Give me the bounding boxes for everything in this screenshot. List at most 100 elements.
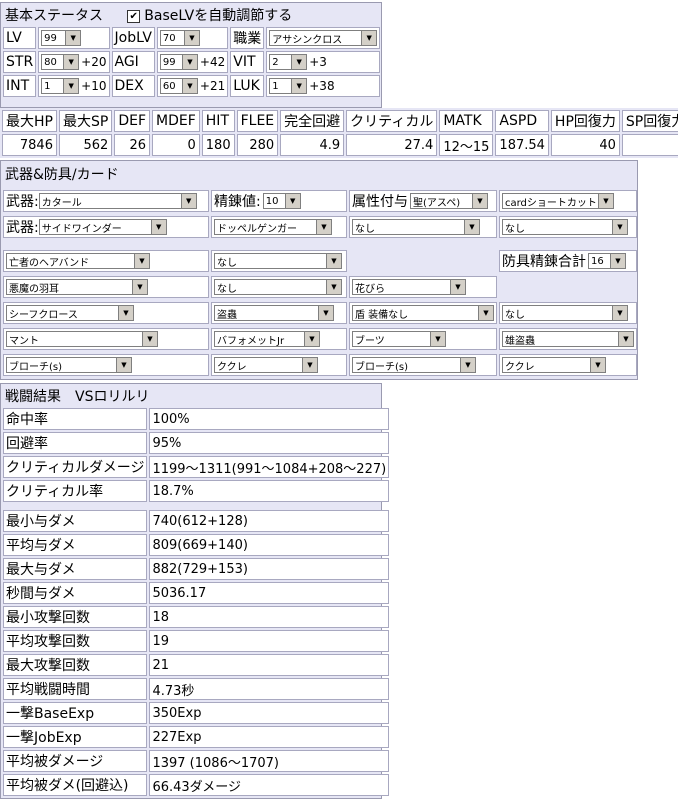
result-value: 740(612+128) — [149, 510, 390, 532]
dex-label: DEX — [111, 75, 155, 97]
weapon-card3-select[interactable]: なし ▼ — [502, 219, 628, 235]
stat-header: HIT — [201, 110, 235, 132]
armor-refine-select[interactable]: 16 ▼ — [588, 253, 626, 269]
dropdown-arrow-icon: ▼ — [284, 194, 300, 208]
result-row: 命中率 100% — [3, 408, 390, 430]
result-value: 18.7% — [149, 480, 390, 502]
element-cell: 属性付与 聖(アスペ) ▼ — [349, 190, 497, 212]
result-value: 1199〜1311(991〜1084+208〜227) — [149, 456, 390, 478]
joblv-select[interactable]: 70 ▼ — [159, 30, 200, 46]
result-row: 平均与ダメ 809(669+140) — [3, 534, 390, 556]
shield-select[interactable]: 盾 装備なし ▼ — [352, 305, 494, 321]
weapon1-cell: 武器: カタール ▼ — [3, 190, 209, 212]
shield-card-select[interactable]: なし ▼ — [502, 305, 628, 321]
weapon2-select[interactable]: サイドワインダー ▼ — [38, 219, 167, 235]
result-label: クリティカル率 — [3, 480, 148, 502]
accessory1-cell: ブローチ(s) ▼ — [3, 354, 209, 376]
dropdown-arrow-icon: ▼ — [326, 254, 341, 268]
str-cell: 80 ▼ +20 — [38, 51, 110, 73]
job-label: 職業 — [230, 27, 265, 49]
shoes-select[interactable]: ブーツ ▼ — [352, 331, 446, 347]
result-label: 一撃BaseExp — [3, 702, 148, 724]
accessory1-select[interactable]: ブローチ(s) ▼ — [6, 357, 132, 373]
head-mid-card-select[interactable]: なし ▼ — [214, 279, 342, 295]
dropdown-arrow-icon: ▼ — [118, 306, 133, 320]
garment-card-select[interactable]: バフォメットJr ▼ — [214, 331, 320, 347]
stat-header: ASPD — [495, 110, 549, 132]
dropdown-arrow-icon: ▼ — [478, 306, 493, 320]
weapon-card2-select[interactable]: なし ▼ — [352, 219, 480, 235]
weapon-card1-select[interactable]: ドッペルゲンガー ▼ — [214, 219, 332, 235]
card-shortcut-cell: cardショートカット ▼ — [499, 190, 637, 212]
dropdown-arrow-icon: ▼ — [610, 254, 625, 268]
result-value: 809(669+140) — [149, 534, 390, 556]
element-select[interactable]: 聖(アスペ) ▼ — [410, 193, 488, 209]
dropdown-arrow-icon: ▼ — [181, 79, 197, 93]
int-select[interactable]: 1 ▼ — [41, 78, 80, 94]
stat-header: SP回復力 — [621, 110, 678, 132]
dropdown-arrow-icon: ▼ — [316, 220, 331, 234]
armor-select[interactable]: シーフクロース ▼ — [6, 305, 134, 321]
auto-base-checkbox[interactable]: ✔ — [127, 10, 141, 23]
result-value: 1397 (1086〜1707) — [149, 750, 390, 772]
result-row: 秒間与ダメ 5036.17 — [3, 582, 390, 604]
result-label: 命中率 — [3, 408, 148, 430]
armor-cell: シーフクロース ▼ — [3, 302, 209, 324]
str-select[interactable]: 80 ▼ — [41, 54, 80, 70]
dropdown-arrow-icon: ▼ — [612, 306, 627, 320]
result-value: 5036.17 — [149, 582, 390, 604]
luk-select[interactable]: 1 ▼ — [269, 78, 308, 94]
dropdown-arrow-icon: ▼ — [590, 358, 605, 372]
stat-value: 7846 — [2, 134, 57, 156]
result-label: クリティカルダメージ — [3, 456, 148, 478]
dropdown-arrow-icon: ▼ — [464, 220, 479, 234]
job-cell: アサシンクロス ▼ — [266, 27, 381, 49]
card-shortcut-select[interactable]: cardショートカット ▼ — [502, 193, 614, 209]
agi-select[interactable]: 99 ▼ — [159, 54, 198, 70]
dropdown-arrow-icon: ▼ — [180, 194, 196, 208]
result-label: 最小与ダメ — [3, 510, 148, 532]
agi-bonus: +42 — [199, 54, 226, 69]
result-label: 平均被ダメ(回避込) — [3, 774, 148, 796]
head-upper-card-select[interactable]: なし ▼ — [214, 253, 342, 269]
result-row: 一撃JobExp 227Exp — [3, 726, 390, 748]
stat-header: DEF — [114, 110, 151, 132]
weapon1-select[interactable]: カタール ▼ — [38, 193, 197, 209]
head-upper-select[interactable]: 亡者のヘアバンド ▼ — [6, 253, 150, 269]
head-mid-select[interactable]: 悪魔の羽耳 ▼ — [6, 279, 148, 295]
dropdown-arrow-icon: ▼ — [291, 79, 307, 93]
lv-select[interactable]: 99 ▼ — [41, 30, 82, 46]
dropdown-arrow-icon: ▼ — [618, 332, 633, 346]
stat-value: 0 — [152, 134, 200, 156]
accessory2-card-select[interactable]: ククレ ▼ — [502, 357, 606, 373]
vit-select[interactable]: 2 ▼ — [269, 54, 308, 70]
head-mid-cell: 悪魔の羽耳 ▼ — [3, 276, 209, 298]
result-row: 平均戦闘時間 4.73秒 — [3, 678, 390, 700]
garment-select[interactable]: マント ▼ — [6, 331, 158, 347]
armor-card-select[interactable]: 盗蟲 ▼ — [214, 305, 334, 321]
dropdown-arrow-icon: ▼ — [65, 31, 81, 45]
stat-header: FLEE — [236, 110, 279, 132]
equipment-panel: 武器&防具/カード 武器: カタール ▼ 精錬値: 10 ▼ 属性付与 聖(アスペ)… — [0, 160, 638, 380]
garment-cell: マント ▼ — [3, 328, 209, 350]
head-lower-select[interactable]: 花びら ▼ — [352, 279, 466, 295]
dex-select[interactable]: 60 ▼ — [159, 78, 198, 94]
dropdown-arrow-icon: ▼ — [116, 358, 131, 372]
refine-label: 精錬値: — [214, 194, 261, 210]
result-row: クリティカル率 18.7% — [3, 480, 390, 502]
accessory2-select[interactable]: ブローチ(s) ▼ — [352, 357, 476, 373]
armor-refine-cell: 防具精錬合計 16 ▼ — [499, 250, 637, 272]
weapon2-label: 武器: — [6, 220, 39, 236]
int-bonus: +10 — [81, 78, 107, 93]
refine-select[interactable]: 10 ▼ — [262, 193, 301, 209]
job-select[interactable]: アサシンクロス ▼ — [269, 30, 378, 46]
shoes-card-select[interactable]: 雄盗蟲 ▼ — [502, 331, 634, 347]
result-label: 平均被ダメージ — [3, 750, 148, 772]
armor-card-cell: 盗蟲 ▼ — [211, 302, 347, 324]
stat-value: 27.4 — [346, 134, 438, 156]
head-upper-cell: 亡者のヘアバンド ▼ — [3, 250, 209, 272]
accessory1-card-select[interactable]: ククレ ▼ — [214, 357, 318, 373]
dropdown-arrow-icon: ▼ — [132, 280, 147, 294]
stat-value: 280 — [236, 134, 279, 156]
stat-value: 562 — [58, 134, 113, 156]
